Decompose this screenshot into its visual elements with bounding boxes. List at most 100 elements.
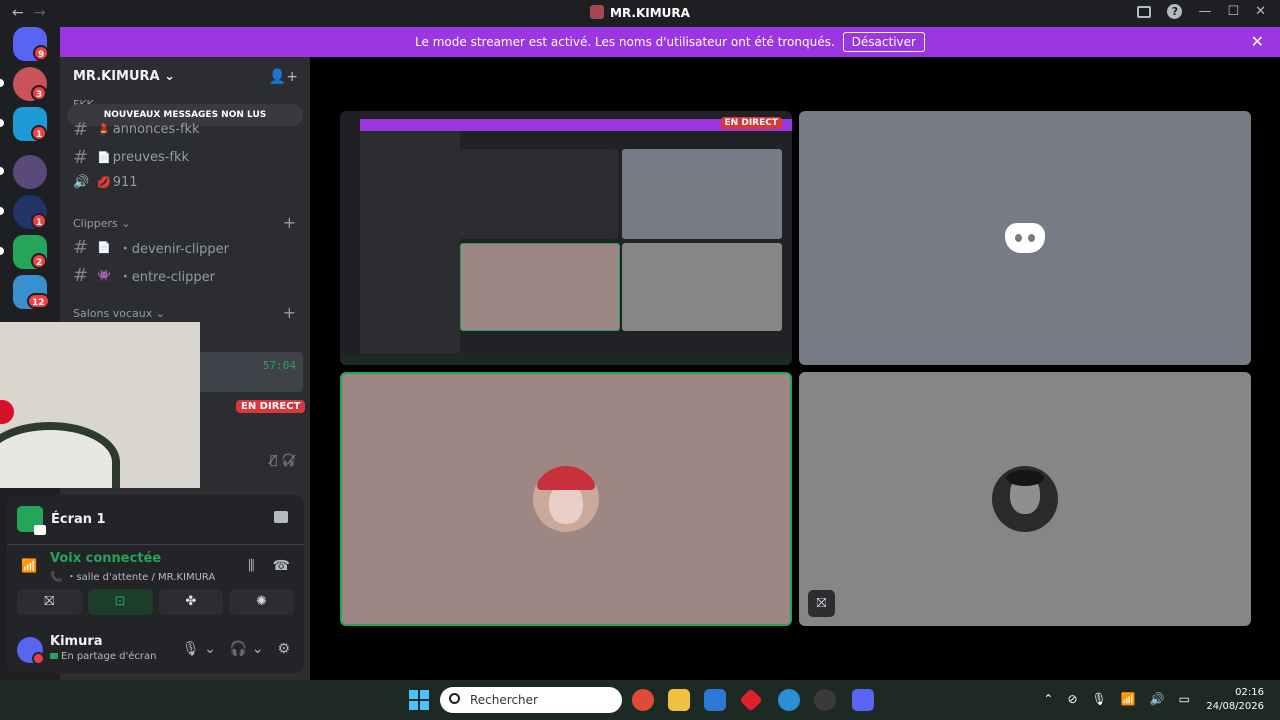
tray-mic-icon[interactable]: 🎙 — [1092, 692, 1107, 706]
voice-buttons: ⛝ ⊡ ✤ ✺ — [17, 589, 294, 615]
wifi-icon[interactable]: 📶 — [1121, 692, 1136, 706]
home-discord-icon[interactable]: 9 — [13, 27, 50, 61]
channel-annonces[interactable]: # 💄 annonces-fkk — [73, 119, 200, 140]
system-tray: ⌃ ⊘ 🎙 📶 🔊 ▭ — [1043, 692, 1190, 706]
add-channel-icon[interactable]: + — [283, 303, 296, 322]
channel-devenir-clipper[interactable]: # 📄 ・devenir-clipper — [73, 237, 229, 258]
participant-tile[interactable]: ⛝ — [799, 372, 1251, 626]
stream-mini-tile — [460, 243, 620, 331]
signal-icon[interactable]: 📶 — [21, 559, 37, 574]
live-badge: EN DIRECT — [236, 400, 306, 413]
windows-start-icon[interactable] — [409, 690, 429, 710]
username: Kimura — [50, 634, 103, 649]
server-badge: 12 — [27, 293, 50, 309]
red-object — [0, 400, 14, 424]
help-icon[interactable]: ? — [1167, 4, 1183, 19]
add-channel-icon[interactable]: + — [283, 213, 296, 232]
close-window-icon[interactable]: ✕ — [1255, 4, 1266, 19]
noise-suppression-icon[interactable]: ⫼ — [248, 558, 254, 574]
voice-channel-icon: 🔊 — [73, 175, 90, 190]
stream-tile[interactable]: EN DIRECT — [340, 111, 792, 365]
server-icon[interactable]: 1 — [13, 107, 48, 141]
channel-name: 911 — [112, 175, 138, 190]
server-icon[interactable] — [13, 155, 47, 189]
stream-live-badge: EN DIRECT — [720, 117, 782, 129]
server-badge: 3 — [31, 85, 48, 101]
app-red-icon[interactable] — [739, 688, 763, 712]
channel-preuves[interactable]: # 📄 preuves-fkk — [73, 147, 189, 168]
maximize-icon[interactable]: ☐ — [1227, 4, 1239, 19]
disable-streamer-button[interactable]: Désactiver — [842, 32, 925, 52]
settings-gear-icon[interactable]: ⚙ — [277, 641, 290, 657]
server-icon[interactable]: 1 — [13, 195, 48, 229]
channel-emoji: 📄 — [97, 241, 111, 254]
text-channel-icon: # — [73, 147, 89, 168]
search-placeholder: Rechercher — [470, 693, 538, 707]
headphones-icon[interactable]: 🎧 ⌄ — [230, 641, 264, 657]
sharing-icon — [50, 653, 58, 659]
disconnect-icon[interactable]: ☎ — [273, 558, 290, 574]
screen-label: Écran 1 — [51, 511, 106, 527]
title-bar: ← → MR.KIMURA ? — ☐ ✕ — [0, 0, 1280, 27]
clock-date: 24/08/2026 — [1206, 701, 1264, 712]
category-voice[interactable]: Salons vocaux ⌄ — [73, 307, 165, 320]
obs-icon[interactable] — [814, 689, 836, 711]
server-name-header[interactable]: MR.KIMURA ⌄ — [73, 69, 175, 84]
user-avatar[interactable] — [17, 637, 45, 665]
activities-button[interactable]: ✤ — [158, 589, 224, 615]
battery-icon[interactable]: ▭ — [1179, 692, 1190, 706]
person-shirt — [0, 422, 120, 488]
channel-emoji: 💋 — [97, 176, 111, 189]
unread-pill — [0, 79, 4, 87]
chrome-icon[interactable] — [632, 689, 654, 711]
taskbar-clock[interactable]: 02:16 24/08/2026 — [1206, 686, 1264, 714]
screen-share-button[interactable]: ⊡ — [87, 589, 153, 615]
volume-icon[interactable]: 🔊 — [1150, 692, 1165, 706]
soundboard-button[interactable]: ✺ — [229, 589, 294, 615]
channel-name: ・entre-clipper — [118, 270, 216, 285]
server-avatar-icon — [590, 5, 605, 19]
unread-pill — [0, 167, 4, 175]
channel-emoji: 💄 — [97, 123, 111, 136]
unread-pill — [0, 119, 4, 127]
store-icon[interactable] — [704, 689, 726, 711]
help-app-icon[interactable] — [778, 689, 800, 711]
minimize-icon[interactable]: — — [1198, 4, 1211, 19]
voice-location[interactable]: 📞 ・salle d'attente / MR.KIMURA — [50, 568, 215, 583]
server-icon[interactable]: 3 — [13, 67, 48, 101]
taskbar-search[interactable]: Rechercher — [440, 687, 622, 713]
server-icon[interactable]: 12 — [13, 275, 50, 309]
discord-placeholder-tile[interactable] — [799, 111, 1251, 365]
stop-stream-icon[interactable] — [274, 511, 288, 523]
file-explorer-icon[interactable] — [668, 689, 690, 711]
webcam-preview-overlay[interactable] — [0, 322, 200, 488]
channel-911[interactable]: 🔊 💋 911 — [73, 175, 138, 190]
banner-close-icon[interactable]: ✕ — [1251, 32, 1264, 51]
category-label: Salons vocaux — [73, 307, 153, 320]
voice-timer: 57:04 — [262, 359, 296, 372]
channel-name: preuves-fkk — [112, 150, 190, 165]
streamer-mode-banner: Le mode streamer est activé. Les noms d'… — [60, 27, 1280, 57]
discord-logo-icon — [1005, 223, 1045, 253]
channel-entre-clipper[interactable]: # 👾 ・entre-clipper — [73, 265, 215, 286]
voice-connected-label: Voix connectée — [50, 551, 162, 566]
voice-location-text: ・salle d'attente / MR.KIMURA — [66, 572, 216, 583]
tray-app-icon[interactable]: ⊘ — [1067, 692, 1077, 706]
tray-chevron-icon[interactable]: ⌃ — [1043, 692, 1053, 706]
windows-taskbar: Rechercher ⌃ ⊘ 🎙 📶 🔊 ▭ 02:16 24/08/2026 — [0, 680, 1280, 720]
inbox-icon[interactable] — [1137, 5, 1152, 18]
category-clippers[interactable]: Clippers ⌄ — [73, 217, 131, 230]
server-badge: 1 — [31, 213, 48, 229]
channel-emoji: 📄 — [97, 151, 111, 164]
add-member-icon[interactable]: 👤+ — [269, 69, 298, 85]
camera-off-icon[interactable]: ⛝ — [808, 590, 835, 617]
stream-mini-rail — [340, 111, 360, 355]
discord-taskbar-icon[interactable] — [852, 689, 874, 711]
camera-off-button[interactable]: ⛝ — [17, 589, 82, 615]
stream-mini-taskbar — [340, 353, 792, 365]
participant-tile-speaking[interactable] — [340, 372, 792, 626]
clock-time: 02:16 — [1235, 687, 1264, 698]
server-badge: 1 — [31, 125, 48, 141]
microphone-icon[interactable]: 🎙 ⌄ — [182, 641, 216, 657]
server-icon[interactable]: 2 — [13, 235, 48, 269]
